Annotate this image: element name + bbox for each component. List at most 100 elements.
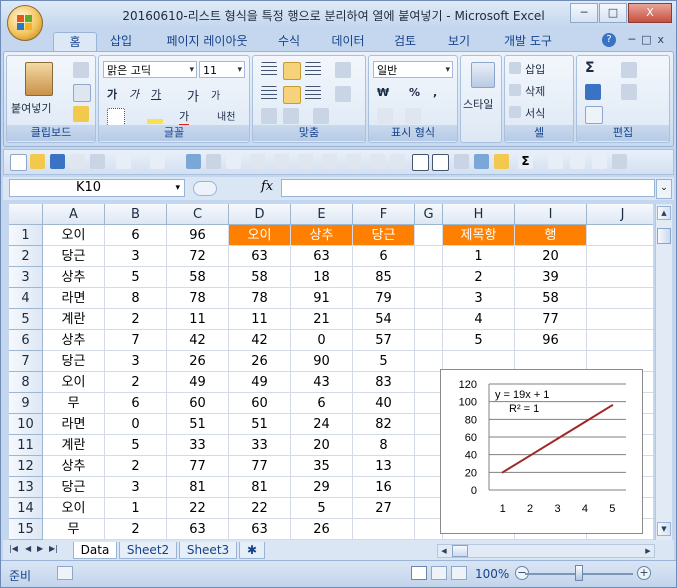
bold-button[interactable]: 가 — [107, 86, 117, 102]
cell-e9[interactable]: 6 — [291, 393, 353, 414]
select-all-button[interactable] — [9, 204, 43, 225]
align-center-icon[interactable] — [283, 86, 301, 104]
cell-g15[interactable] — [415, 519, 443, 540]
decrease-decimal-icon[interactable] — [405, 108, 421, 124]
cell-d9[interactable]: 60 — [229, 393, 291, 414]
cell-g3[interactable] — [415, 267, 443, 288]
zoom-in-icon[interactable]: + — [637, 566, 651, 580]
column-header-b[interactable]: B — [105, 204, 167, 225]
row-header-10[interactable]: 10 — [9, 414, 43, 435]
cell-j2[interactable] — [587, 246, 653, 267]
prev-sheet-icon[interactable]: ◀ — [25, 544, 31, 553]
cell-d13[interactable]: 81 — [229, 477, 291, 498]
cell-f1[interactable]: 당근 — [353, 225, 415, 246]
cell-h1[interactable]: 제목항 — [443, 225, 515, 246]
scroll-up-icon[interactable]: ▲ — [657, 206, 671, 220]
cell-c3[interactable]: 58 — [167, 267, 229, 288]
cell-j5[interactable] — [587, 309, 653, 330]
cell-a1[interactable]: 오이 — [43, 225, 105, 246]
name-box[interactable]: K10 ▾ — [9, 179, 185, 197]
cell-f10[interactable]: 82 — [353, 414, 415, 435]
draw-border-icon[interactable] — [454, 154, 469, 169]
vertical-scroll-thumb[interactable] — [657, 228, 671, 244]
print-preview-icon[interactable] — [70, 154, 85, 169]
scroll-right-icon[interactable]: ▶ — [642, 545, 654, 557]
styles-icon[interactable] — [471, 62, 495, 88]
cell-i6[interactable]: 96 — [515, 330, 587, 351]
maximize-button[interactable]: □ — [599, 3, 627, 23]
redo-icon[interactable] — [150, 154, 165, 169]
cell-h3[interactable]: 2 — [443, 267, 515, 288]
column-header-c[interactable]: C — [167, 204, 229, 225]
cell-c1[interactable]: 96 — [167, 225, 229, 246]
cell-b9[interactable]: 6 — [105, 393, 167, 414]
cell-g7[interactable] — [415, 351, 443, 372]
cell-i4[interactable]: 58 — [515, 288, 587, 309]
cell-d2[interactable]: 63 — [229, 246, 291, 267]
new-file-icon[interactable] — [10, 154, 27, 171]
normal-view-icon[interactable] — [411, 566, 427, 580]
freeze-panes-icon[interactable] — [592, 154, 607, 169]
align-top-icon[interactable] — [261, 62, 277, 78]
cell-h5[interactable]: 4 — [443, 309, 515, 330]
cell-b3[interactable]: 5 — [105, 267, 167, 288]
cell-b4[interactable]: 8 — [105, 288, 167, 309]
sort-ascending-icon[interactable] — [548, 154, 563, 169]
paste-icon[interactable] — [25, 62, 53, 96]
comma-button[interactable]: , — [433, 86, 437, 99]
cell-a6[interactable]: 상추 — [43, 330, 105, 351]
column-header-j[interactable]: J — [587, 204, 653, 225]
font-name-box[interactable]: 맑은 고딕 ▾ — [103, 61, 197, 78]
cell-g6[interactable] — [415, 330, 443, 351]
cell-b7[interactable]: 3 — [105, 351, 167, 372]
sort-descending-icon[interactable] — [570, 154, 585, 169]
cell-g5[interactable] — [415, 309, 443, 330]
cell-e3[interactable]: 18 — [291, 267, 353, 288]
underline-button[interactable]: 가 — [151, 86, 161, 102]
cell-a15[interactable]: 무 — [43, 519, 105, 540]
row-header-2[interactable]: 2 — [9, 246, 43, 267]
scroll-left-icon[interactable]: ◀ — [438, 545, 450, 557]
office-button[interactable] — [7, 5, 43, 41]
column-header-a[interactable]: A — [43, 204, 105, 225]
cell-f5[interactable]: 54 — [353, 309, 415, 330]
last-sheet-icon[interactable]: ▶| — [49, 544, 58, 553]
cell-c4[interactable]: 78 — [167, 288, 229, 309]
insert-function-button[interactable]: fx — [261, 179, 273, 194]
cell-b5[interactable]: 2 — [105, 309, 167, 330]
row-header-12[interactable]: 12 — [9, 456, 43, 477]
grow-font-button[interactable]: 가 — [187, 86, 199, 105]
styles-button[interactable]: 스타일 — [463, 96, 493, 112]
chart[interactable]: 0 20 40 60 80 100 120 1 2 3 4 5 y = 19x + 1 R² = 1 — [440, 369, 643, 534]
cell-d4[interactable]: 78 — [229, 288, 291, 309]
orientation-icon[interactable] — [335, 62, 351, 78]
delete-cells-button[interactable]: 삭제 — [525, 83, 545, 99]
row-header-5[interactable]: 5 — [9, 309, 43, 330]
cell-f3[interactable]: 85 — [353, 267, 415, 288]
macro-record-icon[interactable] — [57, 566, 73, 580]
cell-j4[interactable] — [587, 288, 653, 309]
cell-c7[interactable]: 26 — [167, 351, 229, 372]
cell-d15[interactable]: 63 — [229, 519, 291, 540]
column-header-f[interactable]: F — [353, 204, 415, 225]
cell-g8[interactable] — [415, 372, 443, 393]
cell-a14[interactable]: 오이 — [43, 498, 105, 519]
cell-e13[interactable]: 29 — [291, 477, 353, 498]
zoom-slider-thumb[interactable] — [575, 565, 583, 581]
fill-icon[interactable] — [585, 84, 601, 100]
cell-a7[interactable]: 당근 — [43, 351, 105, 372]
cell-d1[interactable]: 오이 — [229, 225, 291, 246]
group-objects-icon[interactable] — [250, 154, 265, 169]
cell-c15[interactable]: 63 — [167, 519, 229, 540]
select-objects-icon[interactable] — [226, 154, 241, 169]
cell-c6[interactable]: 42 — [167, 330, 229, 351]
ungroup-objects-icon[interactable] — [274, 154, 289, 169]
cell-c12[interactable]: 77 — [167, 456, 229, 477]
expand-formula-bar-icon[interactable]: ⌄ — [656, 179, 672, 199]
send-back-icon[interactable] — [390, 154, 405, 169]
row-header-4[interactable]: 4 — [9, 288, 43, 309]
cell-g9[interactable] — [415, 393, 443, 414]
cell-i5[interactable]: 77 — [515, 309, 587, 330]
cell-d7[interactable]: 26 — [229, 351, 291, 372]
scroll-down-icon[interactable]: ▼ — [657, 522, 671, 536]
